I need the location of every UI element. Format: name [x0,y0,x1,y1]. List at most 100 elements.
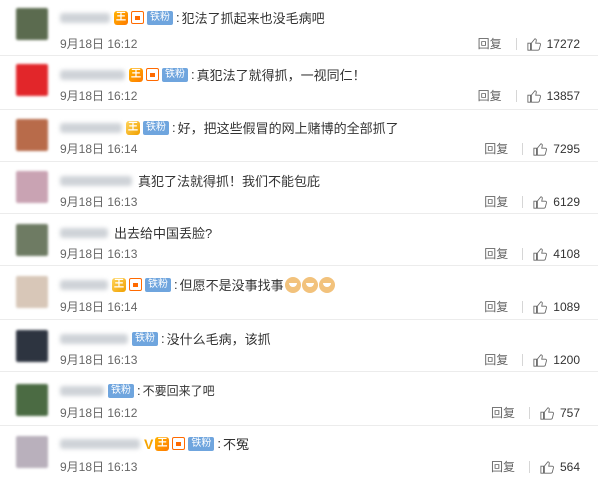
reply-button[interactable]: 回复 [484,193,508,210]
list-item: 王 铁粉 : 真犯法了就得抓，一视同仁！ 9月18日 16:12 回复 1385… [0,56,598,110]
reply-button[interactable]: 回复 [484,245,508,262]
colon: : [172,120,176,135]
username[interactable] [60,385,104,396]
comment-text: 不要回来了吧 [142,384,215,398]
avatar[interactable] [16,276,48,308]
like-count: 17272 [546,36,580,51]
fan-badge[interactable]: 铁粉 [162,67,188,82]
divider [522,247,524,260]
like-count: 13857 [546,88,580,103]
vip-crown-icon: 王 [129,67,143,82]
divider [522,142,524,155]
like-count: 7295 [553,141,580,156]
avatar[interactable] [16,171,48,203]
comment-timestamp: 9月18日 16:14 [60,300,138,314]
cat-emoji-icon [284,276,301,293]
like-count: 564 [559,459,580,474]
list-item: 王 铁粉 : 但愿不是没事找事 9月18日 16:14 回复 1089 [0,266,598,320]
gift-icon [131,11,144,24]
reply-button[interactable]: 回复 [484,351,508,368]
divider [515,37,517,50]
list-item: 铁粉 : 没什么毛病，该抓 9月18日 16:13 回复 1200 [0,320,598,372]
avatar[interactable] [16,436,48,468]
fan-badge[interactable]: 铁粉 [132,331,158,346]
fan-badge[interactable]: 铁粉 [145,277,171,292]
vip-crown-icon: 王 [126,120,140,135]
username[interactable] [60,122,122,133]
fan-badge[interactable]: 铁粉 [188,436,215,451]
username[interactable] [60,175,132,186]
colon: : [217,436,221,451]
colon: : [137,383,141,398]
like-icon[interactable] [533,142,548,156]
reply-button[interactable]: 回复 [491,458,515,475]
comment-timestamp: 9月18日 16:13 [60,353,138,367]
reply-button[interactable]: 回复 [484,140,508,157]
cat-emoji-icon [301,276,318,293]
vip-crown-icon: 王 [155,436,170,451]
list-item: 王 铁粉 : 犯法了抓起来也没毛病吧 9月18日 16:12 回复 17272 [0,0,598,56]
avatar[interactable] [16,384,48,416]
like-count: 1089 [553,299,580,314]
like-icon[interactable] [540,460,554,474]
colon: : [176,10,180,25]
like-count: 4108 [553,246,580,261]
list-item: 真犯了法就得抓！我们不能包庇 9月18日 16:13 回复 6129 [0,162,598,214]
username[interactable] [60,333,128,344]
vip-crown-icon: 王 [114,10,128,25]
like-icon[interactable] [527,89,541,103]
comment-timestamp: 9月18日 16:13 [60,195,138,209]
avatar[interactable] [16,119,48,151]
avatar[interactable] [16,64,48,96]
username[interactable] [60,438,140,449]
gift-icon [146,68,159,81]
comment-timestamp: 9月18日 16:14 [60,142,138,156]
like-icon[interactable] [527,37,541,51]
list-item: 铁粉 : 不要回来了吧 9月18日 16:12 回复 757 [0,372,598,426]
avatar[interactable] [16,8,48,40]
reply-button[interactable]: 回复 [478,35,502,52]
comment-text: 没什么毛病，该抓 [166,332,271,347]
divider [528,406,530,419]
colon: : [161,331,165,346]
username[interactable] [60,69,125,80]
comment-text: 出去给中国丢脸? [114,226,213,241]
comment-text: 真犯法了就得抓，一视同仁！ [196,68,366,83]
like-icon[interactable] [533,300,548,314]
cat-emoji-icon [318,276,335,293]
comment-timestamp: 9月18日 16:12 [60,406,138,420]
username[interactable] [60,12,110,23]
comment-text: 犯法了抓起来也没毛病吧 [181,11,325,26]
comment-timestamp: 9月18日 16:12 [60,89,138,103]
gift-icon [172,437,186,450]
like-icon[interactable] [533,353,548,367]
comment-text: 不冤 [222,437,249,452]
colon: : [174,277,178,292]
username[interactable] [60,279,108,290]
comment-timestamp: 9月18日 16:13 [60,247,138,261]
like-icon[interactable] [533,247,548,261]
comment-list: 王 铁粉 : 犯法了抓起来也没毛病吧 9月18日 16:12 回复 17272 … [0,0,598,484]
list-item: 出去给中国丢脸? 9月18日 16:13 回复 4108 [0,214,598,266]
comment-timestamp: 9月18日 16:12 [60,37,138,51]
reply-button[interactable]: 回复 [478,87,502,104]
fan-badge[interactable]: 铁粉 [143,120,169,135]
avatar[interactable] [16,330,48,362]
comment-text: 好，把这些假冒的网上赌博的全部抓了 [177,121,399,136]
list-item: 王 铁粉 : 好，把这些假冒的网上赌博的全部抓了 9月18日 16:14 回复 … [0,110,598,162]
like-count: 1200 [553,352,580,367]
divider [522,300,524,313]
reply-button[interactable]: 回复 [484,298,508,315]
like-count: 757 [559,405,580,420]
comment-text: 真犯了法就得抓！我们不能包庇 [138,174,321,189]
like-count: 6129 [553,194,580,209]
colon: : [191,67,195,82]
gift-icon [129,278,142,291]
like-icon[interactable] [540,406,554,420]
username[interactable] [60,227,108,238]
fan-badge[interactable]: 铁粉 [147,10,173,25]
like-icon[interactable] [533,195,548,209]
avatar[interactable] [16,224,48,256]
reply-button[interactable]: 回复 [491,404,515,421]
fan-badge[interactable]: 铁粉 [108,383,134,398]
